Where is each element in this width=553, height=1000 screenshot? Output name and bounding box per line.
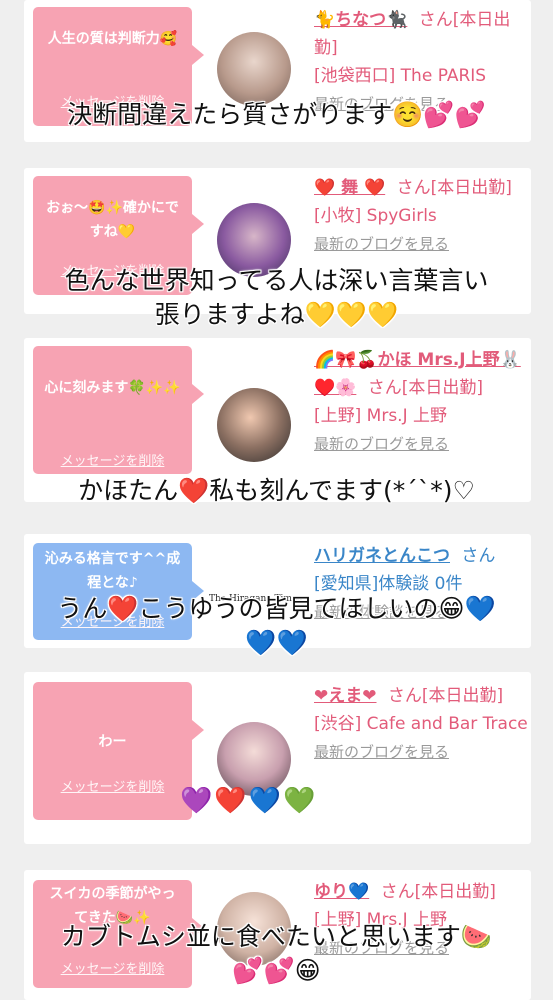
overlay-caption: 💜❤️💙💚 — [180, 786, 318, 816]
overlay-line: 色んな世界知ってる人は深い言葉言い — [64, 266, 489, 295]
message-text: 沁みる格言です^^成程とな♪ — [44, 551, 181, 591]
sender-info: 🌈🎀🍒かほ Mrs.J上野🐰♥️🌸 さん[本日出勤] [上野] Mrs.J 上野… — [314, 346, 529, 458]
avatar[interactable] — [217, 722, 291, 796]
blog-link[interactable]: 最新のブログを見る — [314, 435, 449, 453]
message-text: おぉ〜🤩✨確かにですね💛 — [46, 200, 179, 240]
overlay-line: 張りますよね💛💛💛 — [154, 300, 399, 329]
message-bubble: わー メッセージを削除 — [33, 682, 204, 820]
avatar[interactable] — [217, 32, 291, 106]
sender-name-link[interactable]: ❤えま❤ — [314, 686, 377, 706]
sender-suffix: さん[本日出勤] — [387, 686, 504, 706]
overlay-line: 💙💙 — [245, 628, 308, 657]
sender-name-link[interactable]: 🐈ちなつ🐈‍⬛ — [314, 10, 407, 30]
avatar[interactable] — [217, 388, 291, 462]
overlay-caption: うん❤️こうゆうの皆見てほしいの😁💙 💙💙 — [0, 592, 553, 660]
delete-message-link[interactable]: メッセージを削除 — [33, 454, 192, 470]
sender-name-link[interactable]: ❤️ 舞 ❤️ — [314, 178, 385, 198]
blog-link[interactable]: 最新のブログを見る — [314, 743, 449, 761]
store-link[interactable]: [小牧] SpyGirls — [314, 206, 437, 226]
store-link[interactable]: [上野] Mrs.J 上野 — [314, 406, 447, 426]
sender-suffix: さん[本日出勤] — [396, 178, 512, 198]
overlay-caption: 色んな世界知ってる人は深い言葉言い 張りますよね💛💛💛 — [0, 264, 553, 332]
delete-message-link[interactable]: メッセージを削除 — [33, 780, 192, 796]
store-link[interactable]: [渋谷] Cafe and Bar Trace — [314, 714, 528, 734]
sender-suffix: さん — [461, 546, 496, 566]
message-text: 人生の質は判断力🥰 — [47, 31, 178, 47]
overlay-caption: カブトムシ並に食べたいと思います🍉 💕💕😁 — [0, 920, 553, 988]
store-link[interactable]: [愛知県]体験談 0件 — [314, 574, 462, 594]
sender-name-link[interactable]: ゆり💙 — [314, 882, 369, 902]
message-text: わー — [98, 734, 127, 750]
store-link[interactable]: [池袋西口] The PARIS — [314, 66, 486, 86]
sender-name-link[interactable]: ハリガネとんこつ — [314, 546, 450, 566]
sender-suffix: さん[本日出勤] — [380, 882, 496, 902]
overlay-line: うん❤️こうゆうの皆見てほしいの😁💙 — [57, 594, 496, 623]
sender-suffix: さん[本日出勤] — [367, 378, 484, 398]
message-bubble: 心に刻みます🍀✨✨ メッセージを削除 — [33, 346, 204, 474]
overlay-line: 💕💕😁 — [232, 956, 321, 985]
sender-info: ❤️ 舞 ❤️ さん[本日出勤] [小牧] SpyGirls 最新のブログを見る — [314, 174, 529, 258]
overlay-line: カブトムシ並に食べたいと思います🍉 — [60, 922, 493, 951]
message-card: わー メッセージを削除 ❤えま❤ さん[本日出勤] [渋谷] Cafe and … — [24, 672, 531, 844]
blog-link[interactable]: 最新のブログを見る — [314, 235, 449, 253]
sender-info: ❤えま❤ さん[本日出勤] [渋谷] Cafe and Bar Trace 最新… — [314, 682, 529, 766]
overlay-caption: かほたん❤️私も刻んでます(*´`*)♡ — [78, 476, 475, 505]
overlay-caption: 決断間違えたら質さがります☺️💕💕 — [67, 100, 486, 129]
message-text: 心に刻みます🍀✨✨ — [44, 380, 181, 396]
